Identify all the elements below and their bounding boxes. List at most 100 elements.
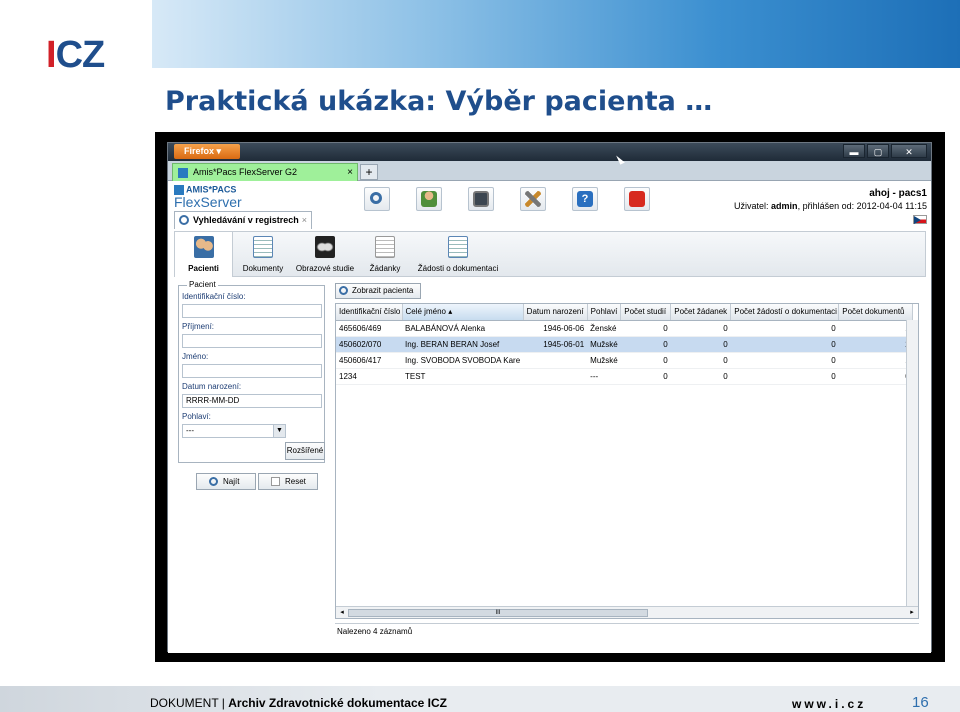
icz-logo: ICZ [46, 34, 105, 76]
table-header-row: Identifikační číslo Celé jméno ▴ Datum n… [336, 304, 914, 321]
tab-documentation-requests[interactable]: Žádosti o dokumentaci [413, 232, 503, 277]
cell: 1 [838, 352, 913, 369]
close-tab-icon[interactable]: × [347, 164, 353, 181]
footer-url[interactable]: www.i.cz [792, 697, 866, 711]
cell: 0 [670, 368, 731, 385]
search-icon [209, 477, 218, 486]
tab-search-registers[interactable]: Vyhledávání v registrech × [174, 211, 312, 229]
cell: 0 [620, 368, 671, 385]
monitor-button[interactable] [468, 187, 494, 211]
cell: Ženské [587, 320, 621, 337]
chevron-down-icon[interactable]: ▼ [273, 425, 285, 437]
surname-input[interactable] [182, 334, 322, 348]
add-patient-button[interactable] [416, 187, 442, 211]
col-header[interactable]: Počet studií [620, 304, 672, 321]
show-patient-button[interactable]: Zobrazit pacienta [335, 283, 421, 299]
tab-image-studies[interactable]: Obrazové studie [293, 232, 357, 277]
cell: TEST [402, 368, 524, 385]
dob-label: Datum narození: [182, 382, 242, 391]
col-header-sorted[interactable]: Celé jméno ▴ [402, 304, 524, 321]
col-header[interactable]: Počet žádostí o dokumentaci [730, 304, 840, 321]
col-header[interactable]: Počet žádanek [670, 304, 732, 321]
cell: 0 [730, 336, 839, 353]
tab-requests[interactable]: Žádanky [361, 232, 409, 277]
tab-patients[interactable]: Pacienti [175, 232, 233, 277]
surname-label: Příjmení: [182, 322, 215, 331]
cell: 0 [670, 352, 731, 369]
header-banner [152, 0, 960, 68]
search-icon [370, 192, 382, 204]
scroll-right-icon[interactable]: ▸ [907, 608, 917, 618]
screenshot-frame: Firefox ▾ ▬ ▢ ✕ Amis*Pacs FlexServer G2 … [155, 132, 945, 662]
horizontal-scrollbar[interactable]: ◂ III ▸ [336, 606, 918, 618]
czech-flag-icon[interactable] [913, 215, 927, 224]
id-input[interactable] [182, 304, 322, 318]
request-form-icon [375, 236, 395, 258]
search-icon [179, 215, 189, 225]
cell: 1945-06-01 [523, 336, 588, 353]
col-header[interactable]: Identifikační číslo [336, 304, 403, 321]
browser-tab-title: Amis*Pacs FlexServer G2 [193, 167, 298, 177]
table-row[interactable]: 450606/417 Ing. SVOBODA SVOBODA Kare Muž… [336, 352, 913, 369]
xray-icon [315, 236, 335, 258]
close-window-button[interactable]: ✕ [891, 144, 927, 158]
find-button[interactable]: Najít [196, 473, 256, 490]
logout-button[interactable] [624, 187, 650, 211]
col-header[interactable]: Pohlaví [587, 304, 622, 321]
maximize-button[interactable]: ▢ [867, 144, 889, 158]
cell: 0 [620, 336, 671, 353]
name-input[interactable] [182, 364, 322, 378]
cell: 0 [730, 320, 839, 337]
cell: 1 [838, 320, 913, 337]
tools-button[interactable] [520, 187, 546, 211]
vertical-scrollbar[interactable] [906, 320, 918, 608]
add-patient-icon [421, 191, 437, 207]
cell: Ing. SVOBODA SVOBODA Kare [402, 352, 524, 369]
reset-icon [271, 477, 280, 486]
search-icon [339, 286, 348, 295]
firefox-menu-button[interactable]: Firefox ▾ [174, 144, 240, 159]
name-label: Jméno: [182, 352, 209, 361]
cell: 0 [730, 352, 839, 369]
cell: 450606/417 [336, 352, 402, 369]
col-header[interactable]: Datum narození [523, 304, 588, 321]
help-button[interactable]: ? [572, 187, 598, 211]
login-info: Uživatel: admin, přihlášen od: 2012-04-0… [734, 201, 927, 211]
new-tab-button[interactable]: + [360, 164, 378, 180]
main-toolbar: ? [364, 187, 676, 211]
cell: 2 [838, 336, 913, 353]
cell: 1234 [336, 368, 402, 385]
scroll-thumb[interactable]: III [348, 609, 648, 617]
table-row-selected[interactable]: 450602/070 Ing. BERAN BERAN Josef 1945-0… [336, 336, 913, 353]
firefox-titlebar: Firefox ▾ ▬ ▢ ✕ [168, 143, 931, 161]
power-icon [629, 191, 645, 207]
cell: 0 [620, 352, 671, 369]
patient-fieldset: Pacient Identifikační číslo: Příjmení: J… [178, 280, 325, 463]
cell: Mužské [587, 336, 621, 353]
server-name: ahoj - pacs1 [869, 188, 927, 199]
close-tab-icon[interactable]: × [302, 212, 307, 229]
favicon-icon [178, 168, 188, 178]
documents-icon [253, 236, 273, 258]
scroll-left-icon[interactable]: ◂ [337, 608, 347, 618]
col-header[interactable]: Počet dokumentů [838, 304, 914, 321]
sex-select[interactable]: --- ▼ [182, 424, 286, 438]
search-button[interactable] [364, 187, 390, 211]
browser-tab[interactable]: Amis*Pacs FlexServer G2 × [172, 163, 358, 181]
minimize-button[interactable]: ▬ [843, 144, 865, 158]
subtab-bar: Pacienti Dokumenty Obrazové studie Žádan… [174, 231, 926, 277]
cell: 0 [620, 320, 671, 337]
table-row[interactable]: 465606/469 BALABÁNOVÁ Alenka 1946-06-06 … [336, 320, 913, 337]
cell [523, 368, 588, 385]
advanced-button[interactable]: Rozšířené [285, 442, 325, 460]
tab-documents[interactable]: Dokumenty [237, 232, 289, 277]
table-row[interactable]: 1234 TEST --- 0 0 0 0 [336, 368, 913, 385]
cell: 1946-06-06 [523, 320, 588, 337]
cell: 0 [838, 368, 913, 385]
dob-input[interactable]: RRRR-MM-DD [182, 394, 322, 408]
cell: 0 [730, 368, 839, 385]
cell: BALABÁNOVÁ Alenka [402, 320, 524, 337]
firefox-window: Firefox ▾ ▬ ▢ ✕ Amis*Pacs FlexServer G2 … [167, 142, 932, 653]
window-controls: ▬ ▢ ✕ [843, 144, 927, 158]
reset-button[interactable]: Reset [258, 473, 318, 490]
